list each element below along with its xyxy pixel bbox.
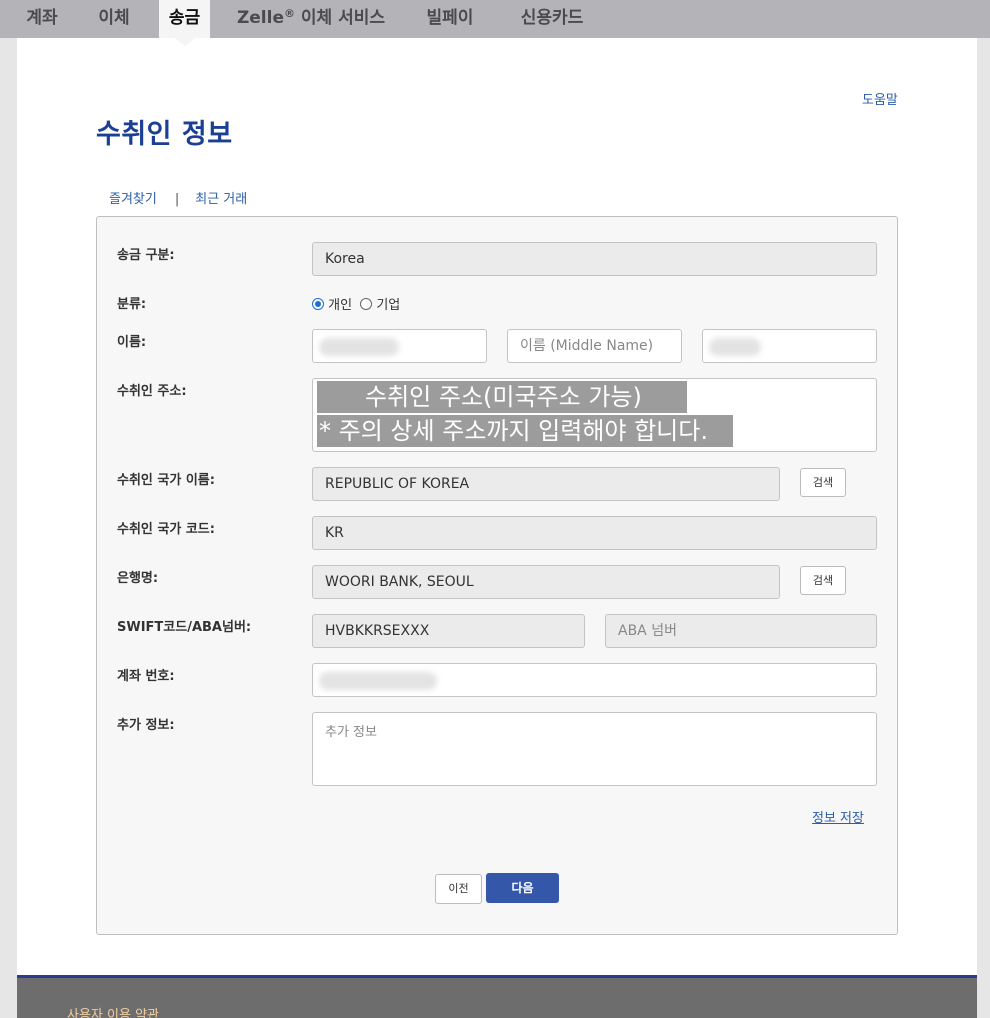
nav-tab-label: 송금	[168, 8, 201, 28]
redacted-value	[319, 672, 437, 690]
registered-mark: ®	[284, 7, 295, 20]
save-info-link[interactable]: 정보 저장	[812, 807, 864, 826]
redacted-value	[319, 338, 399, 356]
nav-tab-label-suffix: 이체 서비스	[295, 8, 386, 28]
category-radio-group: 개인 기업	[312, 294, 400, 313]
nav-tab-label: Zelle	[236, 8, 284, 28]
extra-info-label: 추가 정보:	[117, 718, 175, 733]
account-number-label: 계좌 번호:	[117, 669, 175, 684]
top-nav: 계좌 이체 송금 Zelle® 이체 서비스 빌페이 신용카드	[0, 0, 990, 38]
swift-code-field: HVBKKRSEXXX	[312, 614, 585, 648]
nav-tab-label: 빌페이	[426, 8, 474, 28]
address-label: 수취인 주소:	[117, 384, 187, 399]
bank-name-label: 은행명:	[117, 571, 159, 586]
subtabs: 즐겨찾기 | 최근 거래	[109, 188, 247, 207]
transfer-type-label: 송금 구분:	[117, 248, 175, 263]
nav-tab-zelle[interactable]: Zelle® 이체 서비스	[228, 0, 394, 38]
nav-tab-label: 계좌	[26, 8, 58, 28]
address-placeholder-line2: * 주의 상세 주소까지 입력해야 합니다.	[317, 415, 733, 447]
aba-number-field: ABA 넘버	[605, 614, 877, 648]
individual-radio-label: 개인	[328, 298, 353, 313]
page-title: 수취인 정보	[96, 119, 233, 150]
nav-tab-label: 이체	[98, 8, 130, 28]
subtab-separator: |	[174, 192, 180, 207]
individual-radio[interactable]	[312, 298, 324, 310]
footer: 사용자 이용 약관	[17, 975, 977, 1018]
nav-tab-credit-card[interactable]: 신용카드	[508, 0, 596, 38]
business-radio-label: 기업	[376, 298, 401, 313]
bank-search-button[interactable]: 검색	[800, 566, 846, 595]
country-search-button[interactable]: 검색	[800, 468, 846, 497]
address-placeholder-line1: 수취인 주소(미국주소 가능)	[317, 381, 687, 413]
category-label: 분류:	[117, 297, 147, 312]
country-name-label: 수취인 국가 이름:	[117, 473, 215, 488]
active-tab-indicator	[175, 38, 195, 46]
prev-button[interactable]: 이전	[435, 874, 482, 904]
transfer-type-field: Korea	[312, 242, 877, 276]
country-code-label: 수취인 국가 코드:	[117, 522, 215, 537]
terms-of-use-link[interactable]: 사용자 이용 약관	[67, 1004, 159, 1018]
country-name-field: REPUBLIC OF KOREA	[312, 467, 780, 501]
first-name-input[interactable]	[312, 329, 487, 363]
favorites-link[interactable]: 즐겨찾기	[109, 192, 157, 207]
nav-tab-billpay[interactable]: 빌페이	[414, 0, 486, 38]
country-code-field: KR	[312, 516, 877, 550]
swift-aba-label: SWIFT코드/ABA넘버:	[117, 620, 252, 635]
nav-tab-label: 신용카드	[520, 8, 584, 28]
help-link[interactable]: 도움말	[862, 89, 898, 108]
nav-tab-transfer[interactable]: 이체	[84, 0, 144, 38]
nav-tab-account[interactable]: 계좌	[12, 0, 72, 38]
account-number-input[interactable]	[312, 663, 877, 697]
name-label: 이름:	[117, 335, 147, 350]
next-button[interactable]: 다음	[486, 873, 559, 903]
redacted-value	[709, 338, 761, 356]
address-textarea[interactable]: 수취인 주소(미국주소 가능) * 주의 상세 주소까지 입력해야 합니다.	[312, 378, 877, 452]
bank-name-field: WOORI BANK, SEOUL	[312, 565, 780, 599]
nav-tab-remittance[interactable]: 송금	[159, 0, 210, 38]
extra-info-textarea[interactable]: 추가 정보	[312, 712, 877, 786]
recent-transactions-link[interactable]: 최근 거래	[195, 192, 247, 207]
last-name-input[interactable]	[702, 329, 877, 363]
middle-name-input[interactable]: 이름 (Middle Name)	[507, 329, 682, 363]
business-radio[interactable]	[360, 298, 373, 310]
